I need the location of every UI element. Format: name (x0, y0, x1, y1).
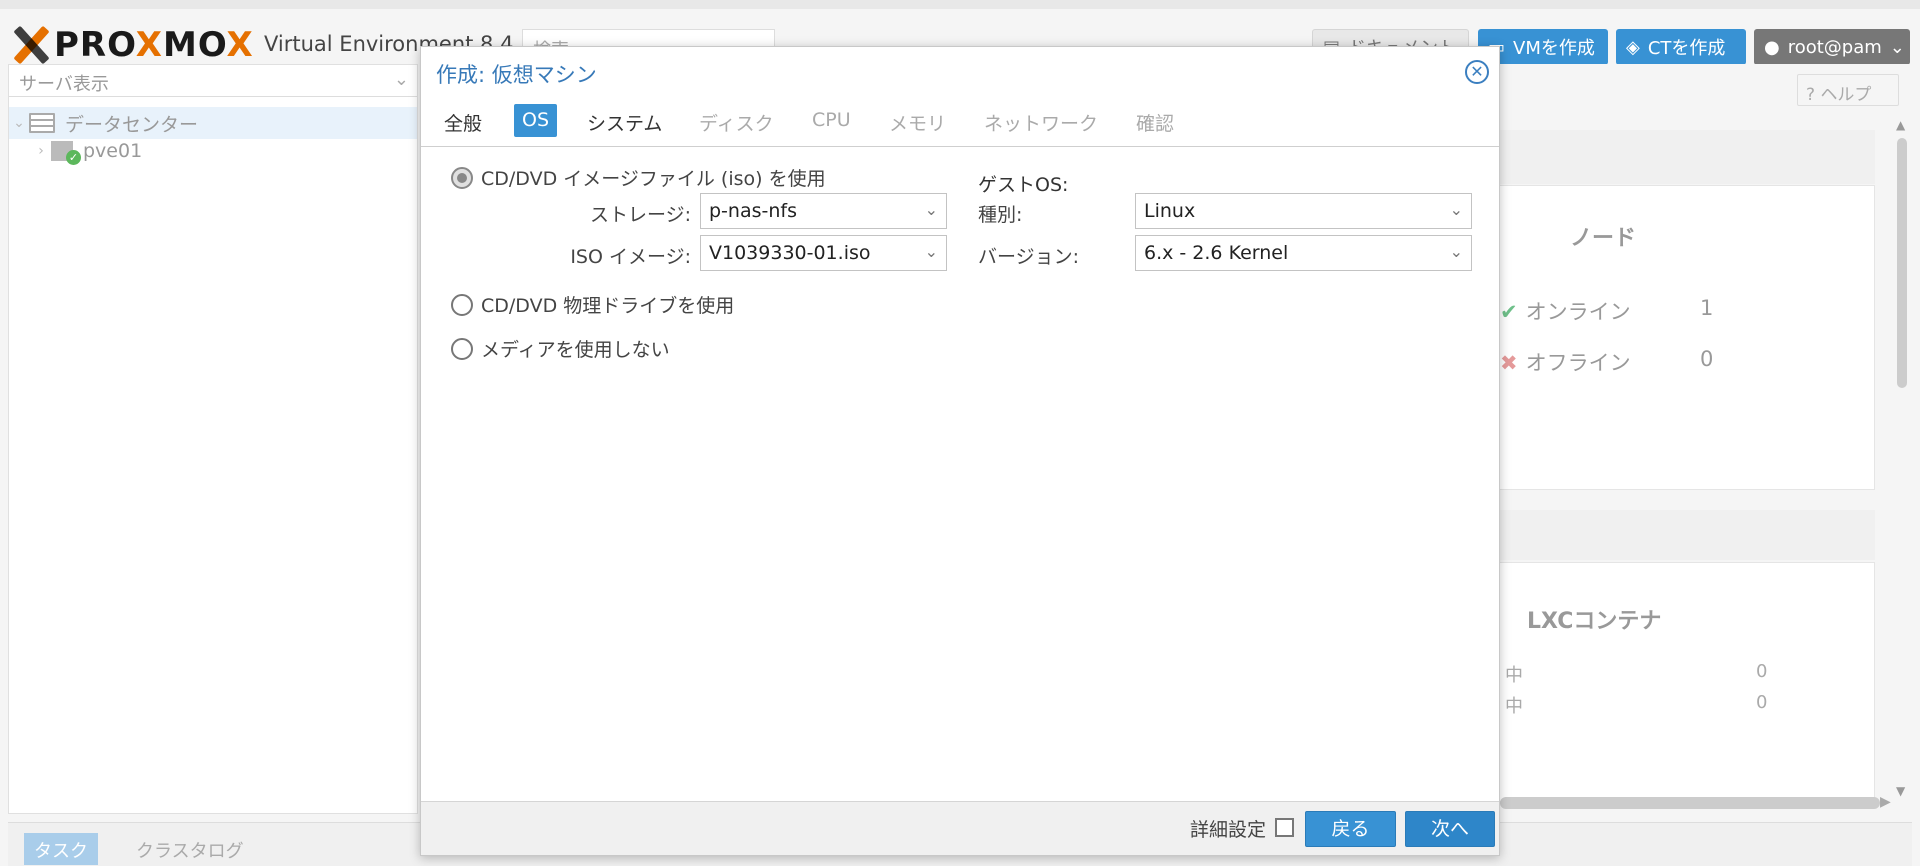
os-panel: CD/DVD イメージファイル (iso) を使用 ストレージ: p-nas-n… (421, 148, 1499, 803)
server-online-icon (51, 141, 81, 165)
os-type-label: 種別: (978, 204, 1023, 226)
tab-general[interactable]: 全般 (436, 104, 490, 137)
dialog-title: 作成: 仮想マシン (436, 63, 597, 87)
use-physical-drive-radio[interactable] (451, 293, 473, 316)
lxc-panel (1490, 562, 1875, 802)
offline-label: オフライン (1525, 351, 1631, 375)
iso-image-label: ISO イメージ: (570, 246, 691, 268)
lxc-row-label: 中 (1505, 665, 1523, 686)
proxmox-x-icon (10, 25, 52, 65)
create-vm-label: VMを作成 (1513, 38, 1595, 59)
scrollbar-thumb[interactable] (1897, 138, 1907, 388)
os-version-label: バージョン: (978, 246, 1080, 268)
view-select[interactable]: サーバ表示 ⌄ (9, 65, 417, 97)
tab-os[interactable]: OS (514, 104, 558, 137)
tree-item-label: pve01 (83, 140, 143, 162)
user-icon: ● (1764, 36, 1780, 58)
online-label-row: ✔ オンライン (1500, 296, 1631, 326)
use-physical-drive-option[interactable]: CD/DVD 物理ドライブを使用 (451, 291, 734, 318)
no-media-radio[interactable] (451, 337, 473, 360)
panel-header (1490, 130, 1875, 184)
next-button[interactable]: 次へ (1405, 811, 1495, 847)
use-iso-option[interactable]: CD/DVD イメージファイル (iso) を使用 (451, 164, 826, 191)
close-icon[interactable]: ✕ (1465, 60, 1489, 84)
user-label: root@pam (1787, 36, 1882, 58)
scroll-up-icon[interactable]: ▲ (1896, 118, 1905, 132)
use-iso-label: CD/DVD イメージファイル (iso) を使用 (481, 168, 826, 190)
tab-cluster-log[interactable]: クラスタログ (126, 833, 254, 865)
tab-tasks[interactable]: タスク (24, 833, 98, 865)
resource-tree-panel: サーバ表示 ⌄ ⌄ データセンター › pve01 (8, 64, 418, 814)
create-ct-label: CTを作成 (1647, 38, 1726, 59)
tab-confirm[interactable]: 確認 (1128, 104, 1182, 137)
lxc-row-label: 中 (1505, 696, 1523, 717)
panel-header-2 (1490, 510, 1875, 560)
check-icon: ✔ (1500, 300, 1518, 324)
chevron-down-icon: ⌄ (393, 69, 409, 90)
lxc-row-value: 0 (1756, 692, 1768, 713)
os-version-value: 6.x - 2.6 Kernel (1144, 242, 1289, 264)
chevron-down-icon[interactable]: ⌄ (1450, 200, 1463, 219)
chevron-down-icon: ⌄ (1889, 36, 1905, 58)
help-button[interactable]: ? ヘルプ (1797, 74, 1899, 106)
use-iso-radio[interactable] (451, 166, 473, 189)
dialog-header: 作成: 仮想マシン ✕ (421, 47, 1499, 93)
use-physical-drive-label: CD/DVD 物理ドライブを使用 (481, 295, 735, 317)
cube-icon: ◈ (1626, 36, 1640, 58)
vertical-scrollbar[interactable]: ▲ ▼ (1895, 118, 1909, 798)
collapse-icon[interactable]: ⌄ (9, 115, 29, 131)
logo-text-mo: MO (163, 25, 227, 65)
create-ct-button[interactable]: ◈ CTを作成 (1616, 29, 1746, 65)
logo-text-x2: X (226, 25, 254, 65)
horizontal-scrollbar[interactable] (1500, 797, 1880, 809)
scroll-down-icon[interactable]: ▼ (1896, 784, 1905, 798)
offline-label-row: ✖ オフライン (1500, 347, 1631, 377)
advanced-checkbox[interactable] (1275, 818, 1294, 837)
tab-disk[interactable]: ディスク (691, 104, 782, 137)
os-type-value: Linux (1144, 200, 1196, 222)
tree-item-label: データセンター (65, 113, 199, 136)
advanced-label: 詳細設定 (1190, 819, 1267, 841)
tab-cpu[interactable]: CPU (804, 104, 859, 137)
storage-label: ストレージ: (589, 204, 691, 226)
chevron-down-icon[interactable]: ⌄ (925, 242, 938, 261)
nodes-title: ノード (1570, 226, 1637, 251)
expand-icon[interactable]: › (31, 143, 51, 159)
os-version-select[interactable]: 6.x - 2.6 Kernel ⌄ (1135, 235, 1472, 271)
online-count: 1 (1700, 296, 1714, 320)
tree-item-node[interactable]: › pve01 (9, 135, 417, 167)
os-type-select[interactable]: Linux ⌄ (1135, 193, 1472, 229)
datacenter-icon (29, 113, 55, 133)
guest-os-title: ゲストOS: (978, 174, 1069, 196)
online-label: オンライン (1525, 300, 1631, 324)
chevron-down-icon[interactable]: ⌄ (925, 200, 938, 219)
create-vm-dialog: 作成: 仮想マシン ✕ 全般 OS システム ディスク CPU メモリ ネットワ… (420, 46, 1500, 856)
chevron-down-icon[interactable]: ⌄ (1450, 242, 1463, 261)
back-button[interactable]: 戻る (1305, 811, 1396, 847)
view-select-value: サーバ表示 (19, 74, 109, 95)
tab-system[interactable]: システム (579, 104, 670, 137)
tab-network[interactable]: ネットワーク (976, 104, 1106, 137)
storage-value: p-nas-nfs (709, 200, 797, 222)
lxc-row-value: 0 (1756, 661, 1768, 682)
user-menu-button[interactable]: ● root@pam ⌄ (1754, 29, 1910, 65)
logo-text-x: X (135, 25, 164, 65)
nodes-panel (1490, 185, 1875, 490)
storage-select[interactable]: p-nas-nfs ⌄ (700, 193, 947, 229)
iso-image-value: V1039330-01.iso (709, 242, 871, 264)
lxc-title: LXCコンテナ (1527, 609, 1662, 634)
help-icon: ? (1806, 85, 1816, 105)
proxmox-logo: PROXMOX (10, 25, 254, 65)
cross-icon: ✖ (1500, 351, 1518, 375)
iso-image-select[interactable]: V1039330-01.iso ⌄ (700, 235, 947, 271)
logo-text-prefix: PRO (54, 25, 136, 65)
no-media-option[interactable]: メディアを使用しない (451, 335, 670, 362)
scroll-right-icon[interactable]: ▶ (1880, 794, 1891, 810)
wizard-tabs: 全般 OS システム ディスク CPU メモリ ネットワーク 確認 (421, 93, 1499, 147)
tab-memory[interactable]: メモリ (881, 104, 954, 137)
offline-count: 0 (1700, 347, 1714, 371)
no-media-label: メディアを使用しない (481, 339, 670, 361)
help-label: ヘルプ (1820, 85, 1872, 105)
dialog-footer: 詳細設定 戻る 次へ (421, 801, 1499, 855)
